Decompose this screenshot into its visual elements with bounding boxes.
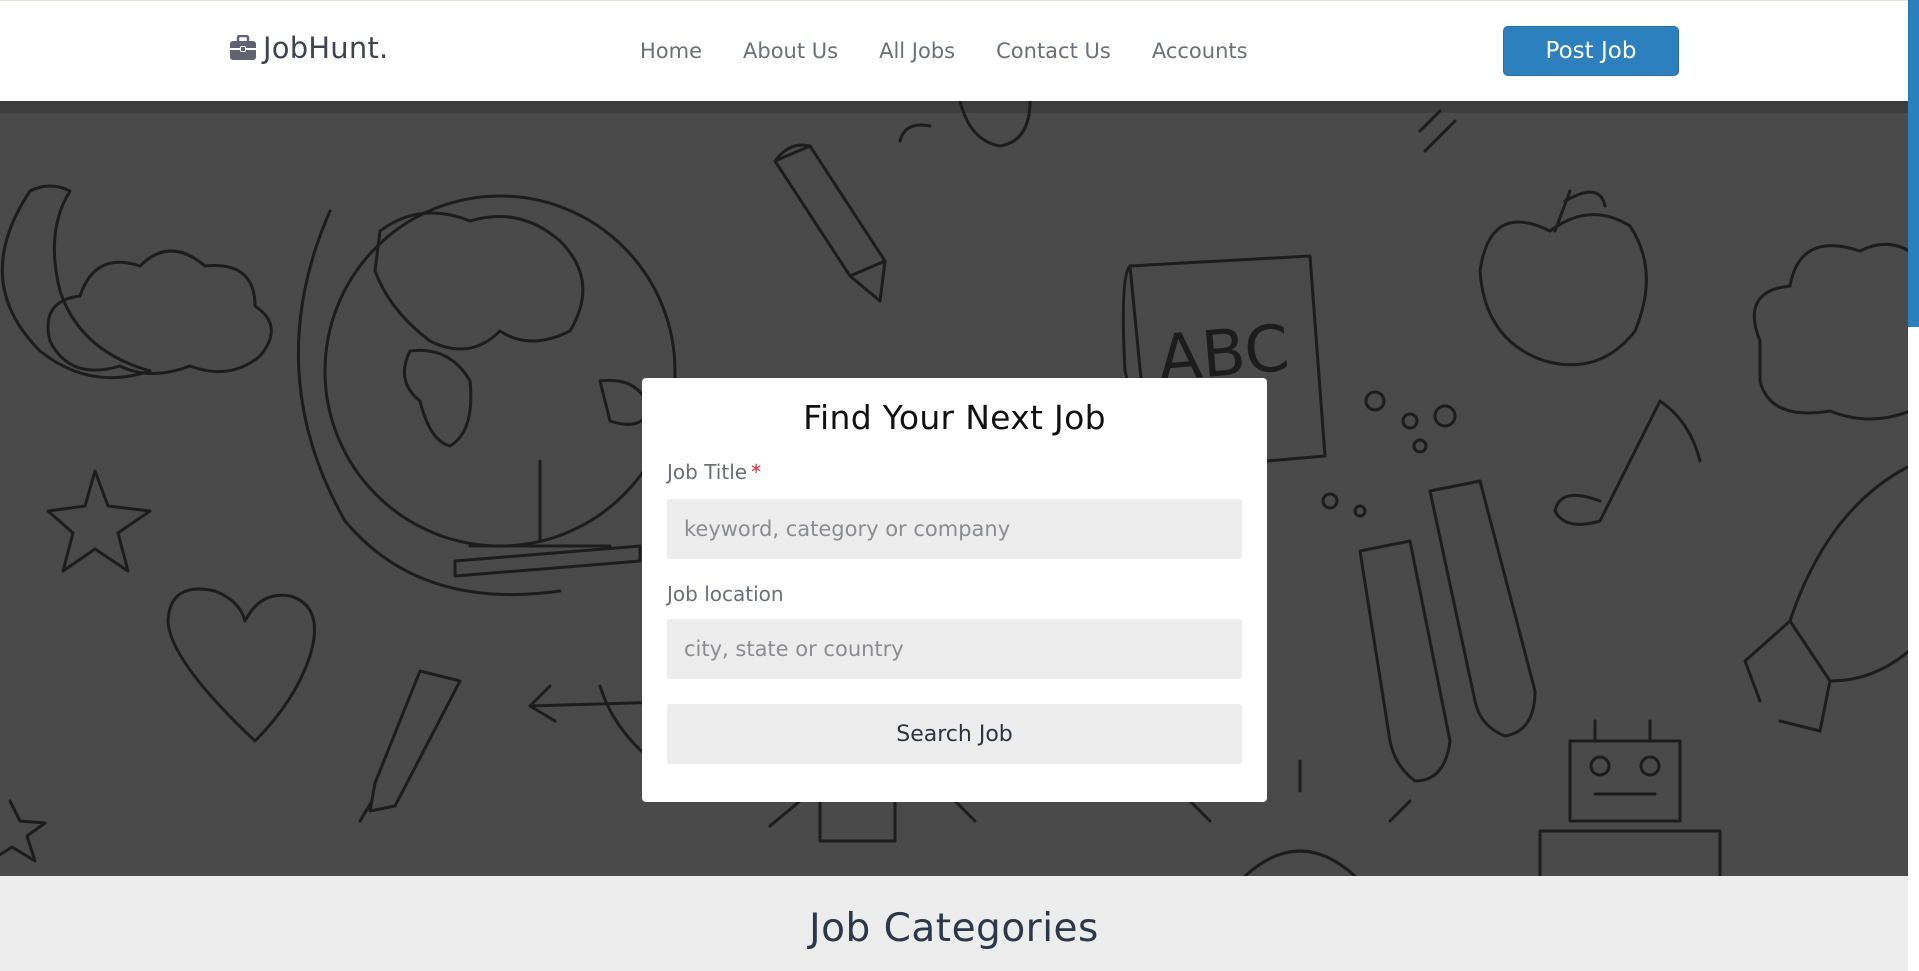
search-job-button[interactable]: Search Job [667, 704, 1242, 764]
pencil-doodle [358, 669, 462, 823]
search-card-title: Find Your Next Job [803, 398, 1106, 437]
apple-doodle [1478, 189, 1648, 367]
job-location-label: Job location [667, 582, 784, 606]
job-title-label-text: Job Title [667, 460, 748, 484]
nav-home-link[interactable]: Home [640, 39, 702, 63]
robot-doodle [1538, 719, 1722, 876]
job-categories-section: Job Categories [0, 876, 1908, 971]
pencil-top-doodle [773, 143, 887, 303]
job-categories-title: Job Categories [809, 906, 1099, 951]
briefcase-icon [230, 35, 256, 60]
navbar: JobHunt. Home About Us All Jobs Contact … [0, 0, 1908, 101]
star-doodle [46, 469, 152, 573]
nav-contact-link[interactable]: Contact Us [996, 39, 1111, 63]
brand-logo[interactable]: JobHunt. [229, 31, 388, 65]
scrollbar-thumb[interactable] [1908, 0, 1919, 327]
job-search-card: Find Your Next Job Job Title* Job locati… [642, 378, 1267, 802]
nav-all-jobs-link[interactable]: All Jobs [879, 39, 955, 63]
test-tube-doodle [1358, 539, 1452, 783]
heart-doodle [166, 587, 316, 743]
nav-accounts-link[interactable]: Accounts [1152, 39, 1248, 63]
hero-section: ABC Find Your Next Job Job Title * keywo… [0, 101, 1908, 876]
rocket-doodle [1743, 465, 1908, 733]
small-star-doodle [0, 799, 47, 863]
brand-name: JobHunt. [263, 31, 389, 65]
cloud-doodle [46, 249, 273, 375]
music-note-doodle [1553, 399, 1702, 526]
job-title-input[interactable] [667, 499, 1242, 559]
moon-doodle [0, 184, 152, 380]
job-title-label: Job Title * [667, 460, 761, 484]
nav-about-link[interactable]: About Us [743, 39, 838, 63]
main-nav: Home About Us All Jobs Contact Us Accoun… [640, 39, 1289, 63]
page: JobHunt. Home About Us All Jobs Contact … [0, 0, 1919, 971]
post-job-button[interactable]: Post Job [1503, 26, 1679, 76]
cloud-right-doodle [1752, 242, 1908, 421]
required-asterisk: * [751, 460, 762, 484]
job-location-input[interactable] [667, 619, 1242, 679]
